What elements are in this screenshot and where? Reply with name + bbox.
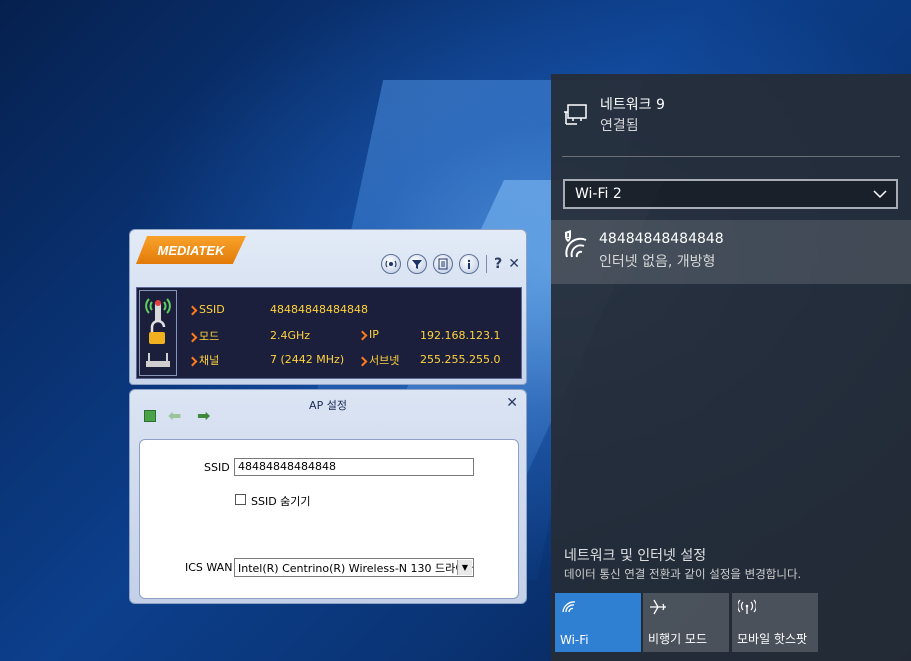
wifi-toggle-tile[interactable]: Wi-Fi [555,593,641,652]
wifi-network-status: 인터넷 없음, 개방형 [599,254,716,270]
mobile-hotspot-tile[interactable]: 모바일 핫스팟 [732,593,818,652]
tile-label: 비행기 모드 [648,632,708,646]
hide-ssid-checkbox[interactable] [235,494,246,505]
ssid-value: 48484848484848 [270,303,368,316]
ip-value: 192.168.123.1 [420,329,501,342]
chevron-down-icon[interactable]: ▼ [457,560,472,575]
tile-label: Wi-Fi [560,633,589,647]
ssid-input[interactable]: 48484848484848 [234,458,474,476]
close-button[interactable]: ✕ [508,256,520,272]
network-settings-link[interactable]: 네트워크 및 인터넷 설정 [564,545,706,565]
wifi-secure-warning-icon [565,230,587,258]
airplane-mode-tile[interactable]: 비행기 모드 [643,593,729,652]
tile-label: 모바일 핫스팟 [737,632,808,646]
ics-wan-selected-value: Intel(R) Centrino(R) Wireless-N 130 드라이버 [238,562,474,575]
network-flyout: 네트워크 9 연결됨 Wi-Fi 2 48484848484848 인터넷 없음… [551,74,911,661]
ssid-label: SSID [189,303,225,316]
ethernet-monitor-icon [564,104,587,125]
current-network-name[interactable]: 네트워크 9 [600,94,665,114]
ap-settings-window: ⬅ ➡ AP 설정 ✕ SSID 48484848484848 SSID 숨기기… [129,389,527,604]
subnet-value: 255.255.255.0 [420,353,501,366]
mediatek-toolbar: ? ✕ [381,254,520,274]
ap-status-icon-box [139,290,177,376]
access-point-icon [145,298,171,367]
channel-label: 채널 [189,352,219,368]
wifi-network-name: 48484848484848 [599,231,724,247]
airplane-icon [650,599,666,615]
wifi-adapter-select[interactable]: Wi-Fi 2 [563,179,898,209]
mediatek-logo: MEDIATEK [136,236,246,264]
current-network-status: 연결됨 [600,118,639,134]
mode-label: 모드 [189,328,219,344]
chevron-down-icon [873,190,887,199]
document-icon[interactable] [433,254,454,274]
ics-wan-label: ICS WAN [185,561,233,574]
wifi-network-item[interactable]: 48484848484848 인터넷 없음, 개방형 [551,220,911,284]
info-icon[interactable] [459,254,480,274]
filter-icon[interactable] [407,254,428,274]
hotspot-icon [738,599,756,614]
network-settings-description: 데이터 통신 연결 전환과 같이 설정을 변경합니다. [564,567,802,581]
ics-wan-select[interactable]: Intel(R) Centrino(R) Wireless-N 130 드라이버… [234,558,474,577]
mediatek-main-window: MEDIATEK ? ✕ SSID 48484848484848 모드 2.4G… [129,229,527,385]
help-button[interactable]: ? [494,256,502,272]
wifi-adapter-select-value: Wi-Fi 2 [575,186,622,202]
ap-settings-title: AP 설정 [309,399,347,412]
ap-settings-form: SSID 48484848484848 SSID 숨기기 ICS WAN Int… [139,439,519,599]
status-panel: SSID 48484848484848 모드 2.4GHz IP 192.168… [136,287,522,379]
subnet-label: 서브넷 [359,352,399,368]
close-button[interactable]: ✕ [506,395,518,411]
ip-label: IP [359,328,379,341]
ssid-field-label: SSID [204,461,230,474]
mode-value: 2.4GHz [270,329,311,342]
wifi-icon [562,601,576,613]
divider [562,156,900,157]
hide-ssid-label: SSID 숨기기 [251,495,311,508]
antenna-icon[interactable] [381,254,402,274]
toolbar-separator [486,255,488,273]
channel-value: 7 (2442 MHz) [270,353,345,366]
